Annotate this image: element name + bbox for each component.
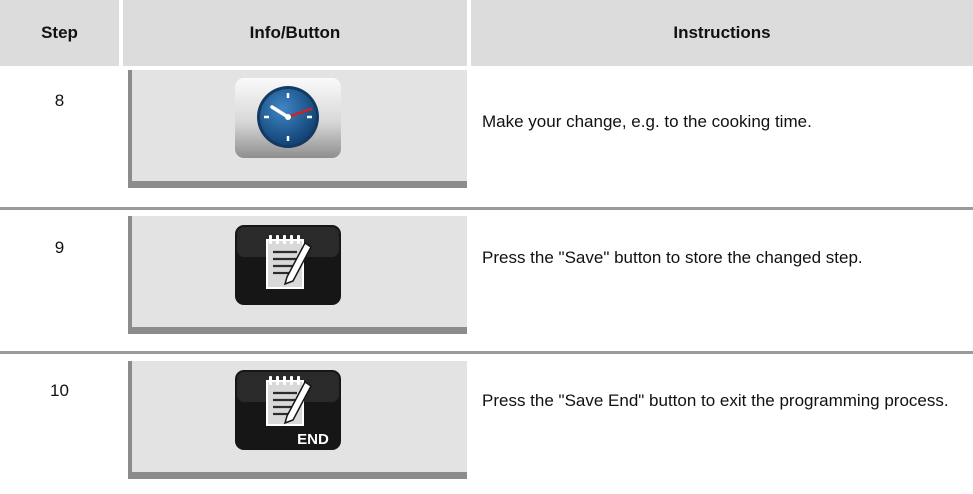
save-end-icon: END bbox=[235, 370, 341, 450]
header-step: Step bbox=[0, 0, 119, 66]
instruction-text: Press the "Save End" button to exit the … bbox=[482, 391, 949, 410]
header-instructions: Instructions bbox=[471, 0, 973, 66]
step-number: 8 bbox=[54, 91, 65, 110]
save-end-label: END bbox=[297, 431, 329, 448]
save-button[interactable] bbox=[233, 223, 343, 307]
row-divider bbox=[0, 351, 973, 354]
row-divider bbox=[0, 207, 973, 210]
instruction-text: Make your change, e.g. to the cooking ti… bbox=[482, 112, 812, 131]
step-number: 9 bbox=[54, 238, 65, 257]
clock-button[interactable] bbox=[233, 76, 343, 160]
save-icon bbox=[235, 225, 341, 305]
save-end-button[interactable]: END bbox=[233, 368, 343, 452]
clock-icon bbox=[235, 78, 341, 158]
header-info-button: Info/Button bbox=[123, 0, 467, 66]
instruction-text: Press the "Save" button to store the cha… bbox=[482, 248, 863, 267]
step-number: 10 bbox=[50, 381, 69, 400]
